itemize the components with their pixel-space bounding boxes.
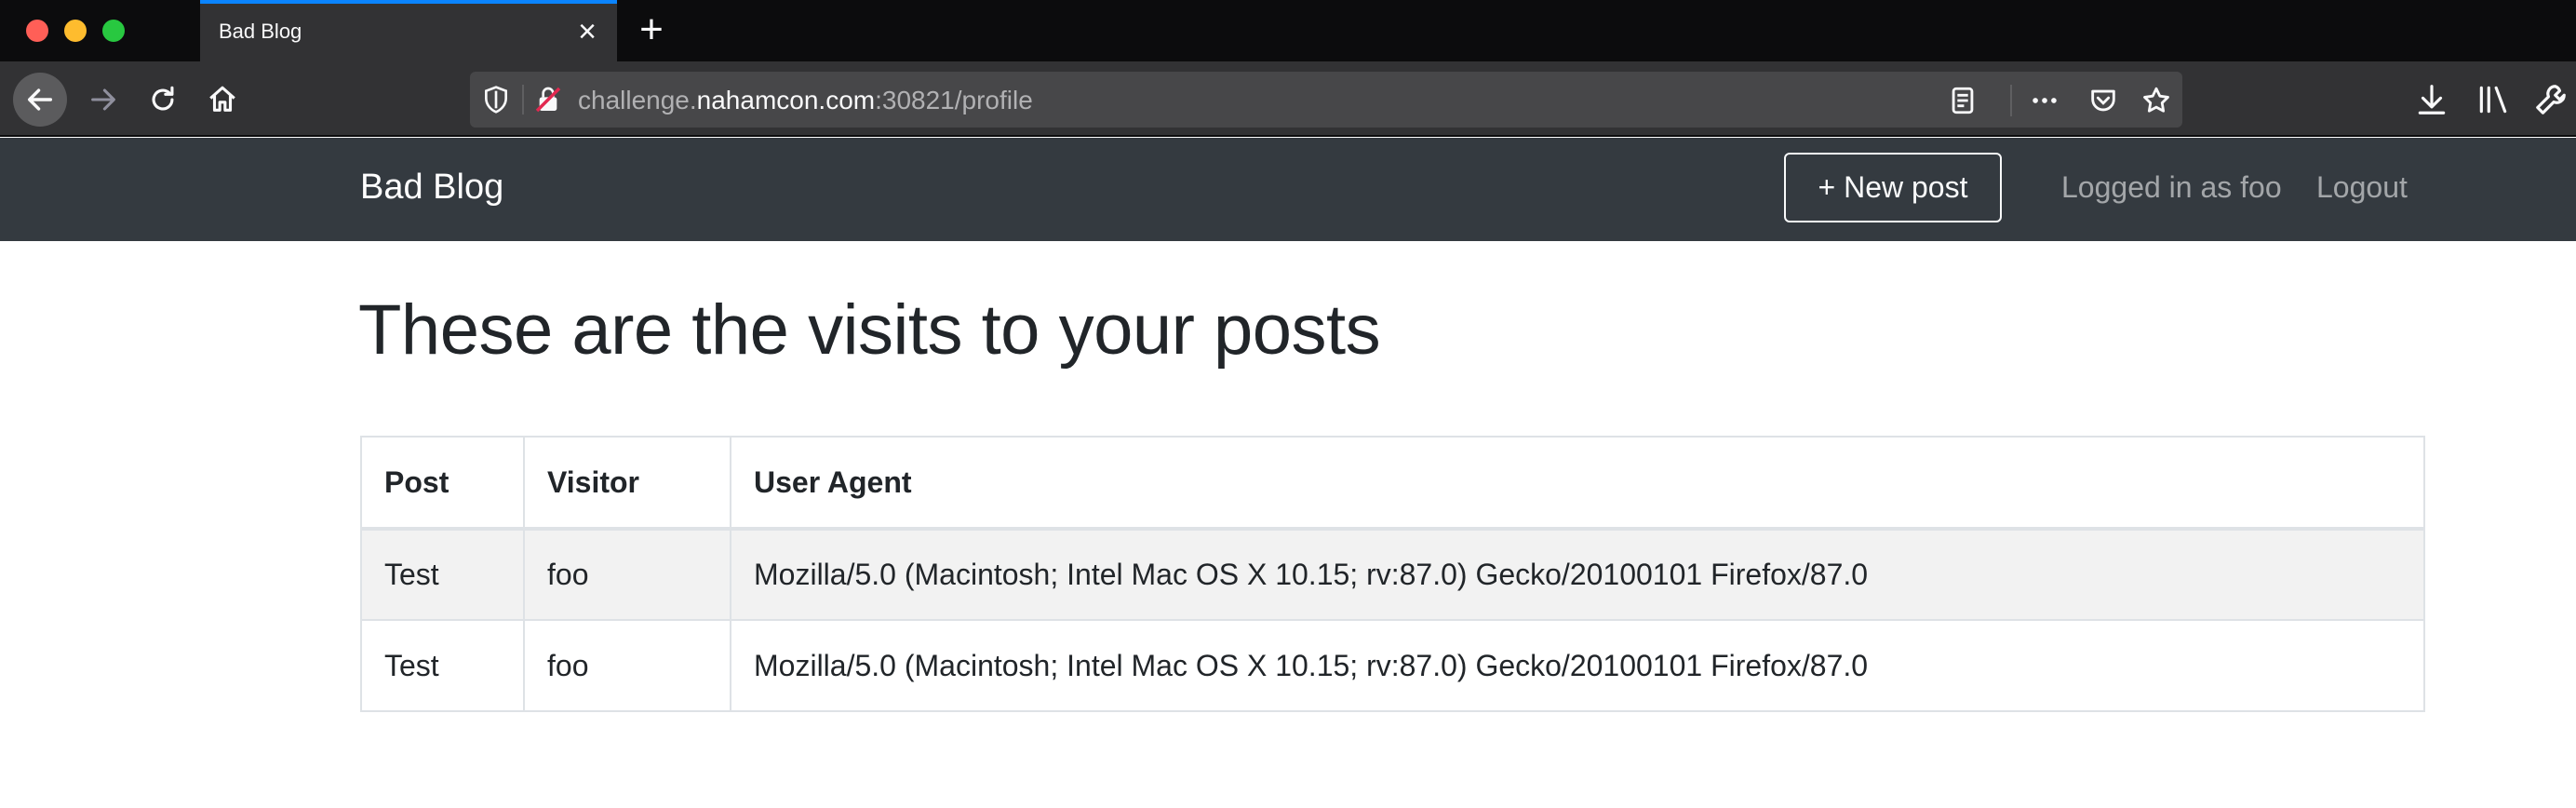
home-icon[interactable] (195, 73, 249, 127)
library-icon[interactable] (2475, 82, 2511, 117)
tab-title: Bad Blog (219, 20, 302, 43)
cell-post: Test (360, 619, 525, 712)
address-bar[interactable]: challenge.nahamcon.com:30821/profile (470, 72, 2182, 128)
column-header-post: Post (360, 436, 525, 531)
url-host: nahamcon.com (696, 86, 876, 114)
table-row: Test foo Mozilla/5.0 (Macintosh; Intel M… (360, 619, 2425, 712)
maximize-window-button[interactable] (102, 20, 125, 42)
url-text[interactable]: challenge.nahamcon.com:30821/profile (578, 86, 1033, 115)
more-icon[interactable] (2029, 85, 2060, 116)
column-header-visitor: Visitor (523, 436, 731, 531)
wrench-icon[interactable] (2533, 82, 2569, 117)
pocket-icon[interactable] (2087, 85, 2119, 116)
logout-link[interactable]: Logout (2316, 170, 2408, 205)
bookmark-star-icon[interactable] (2140, 85, 2172, 116)
visits-table: Post Visitor User Agent Test foo Mozilla… (360, 436, 2425, 712)
back-arrow-icon[interactable] (13, 73, 67, 127)
cell-user-agent: Mozilla/5.0 (Macintosh; Intel Mac OS X 1… (730, 619, 2425, 712)
url-suffix: :30821/profile (875, 86, 1033, 114)
reader-view-icon[interactable] (1947, 85, 1979, 116)
page-title: These are the visits to your posts (358, 290, 1381, 370)
insecure-lock-icon[interactable] (533, 85, 563, 114)
url-separator (2010, 85, 2012, 116)
browser-titlebar: Bad Blog × + (0, 0, 2576, 61)
cell-user-agent: Mozilla/5.0 (Macintosh; Intel Mac OS X 1… (730, 528, 2425, 621)
forward-arrow-icon[interactable] (76, 73, 130, 127)
logged-in-status: Logged in as foo (2061, 170, 2282, 204)
close-window-button[interactable] (26, 20, 48, 42)
url-prefix: challenge. (578, 86, 697, 114)
tab-bad-blog[interactable]: Bad Blog × (200, 0, 617, 61)
minimize-window-button[interactable] (64, 20, 87, 42)
cell-visitor: foo (523, 528, 731, 621)
url-divider (522, 85, 524, 114)
column-header-user-agent: User Agent (730, 436, 2425, 531)
new-post-button[interactable]: + New post (1784, 153, 2002, 222)
plus-icon[interactable]: + (633, 9, 670, 50)
download-icon[interactable] (2414, 82, 2449, 117)
browser-toolbar: challenge.nahamcon.com:30821/profile (0, 61, 2576, 137)
cell-post: Test (360, 528, 525, 621)
site-navbar: Bad Blog + New post Logged in as foo Log… (0, 138, 2576, 241)
web-page: Bad Blog + New post Logged in as foo Log… (0, 138, 2576, 808)
close-icon[interactable]: × (572, 16, 602, 47)
shield-icon[interactable] (481, 85, 511, 114)
table-header-row: Post Visitor User Agent (360, 436, 2425, 531)
cell-visitor: foo (523, 619, 731, 712)
reload-icon[interactable] (136, 73, 190, 127)
table-row: Test foo Mozilla/5.0 (Macintosh; Intel M… (360, 528, 2425, 621)
site-brand[interactable]: Bad Blog (360, 168, 503, 208)
